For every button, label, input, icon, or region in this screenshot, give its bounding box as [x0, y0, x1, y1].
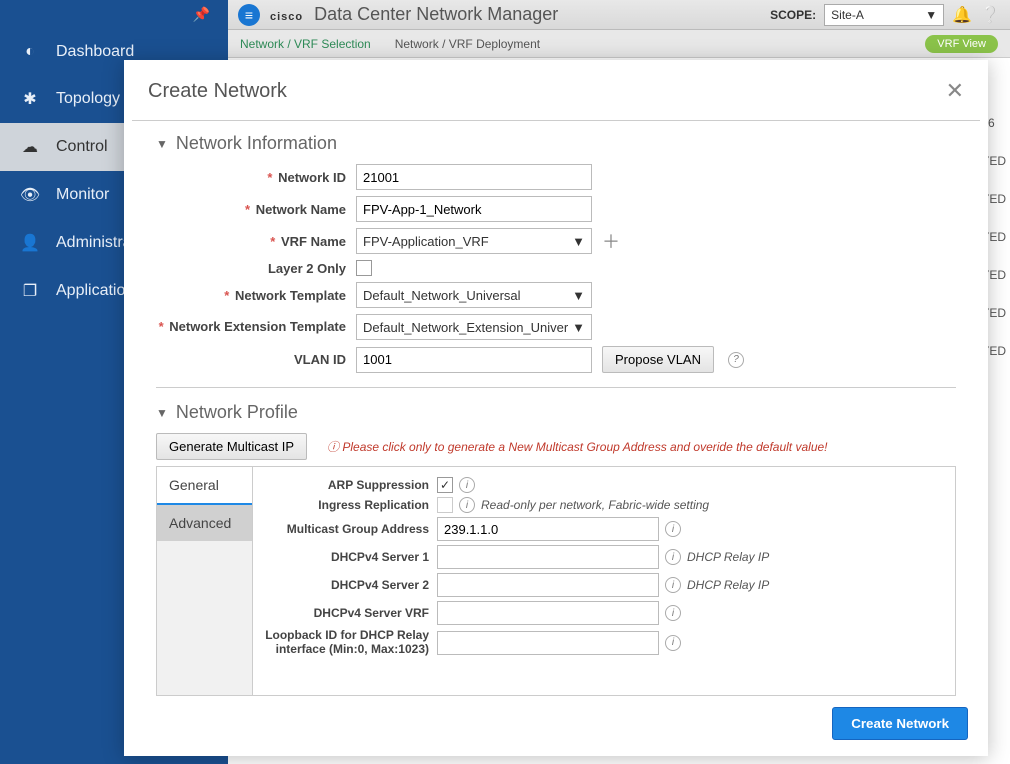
create-network-modal: Create Network ✕ ▼ Network Information *… — [124, 60, 988, 756]
label-mcast: Multicast Group Address — [263, 522, 437, 536]
chevron-down-icon: ▼ — [925, 8, 937, 22]
section-network-info[interactable]: ▼ Network Information — [156, 133, 956, 154]
app-title: Data Center Network Manager — [314, 4, 558, 24]
chevron-down-icon: ▼ — [572, 320, 585, 335]
brand: cisco Data Center Network Manager — [270, 4, 558, 25]
menu-icon[interactable]: ≡ — [238, 4, 260, 26]
caret-down-icon: ▼ — [156, 137, 168, 151]
label-dhcp1: DHCPv4 Server 1 — [263, 550, 437, 564]
modal-title: Create Network — [148, 80, 287, 103]
scope-value: Site-A — [831, 8, 864, 22]
network-id-input[interactable] — [356, 164, 592, 190]
topology-icon: ✱ — [18, 89, 42, 109]
network-template-select[interactable]: Default_Network_Universal▼ — [356, 282, 592, 308]
info-icon[interactable]: i — [665, 605, 681, 621]
vlan-id-input[interactable] — [356, 347, 592, 373]
label-ingress: Ingress Replication — [263, 498, 437, 512]
label-net-template: * Network Template — [156, 288, 356, 303]
label-network-id: * Network ID — [156, 170, 356, 185]
profile-fields: ARP Suppression i Ingress Replication i … — [253, 467, 955, 695]
label-ext-template: * Network Extension Template — [156, 319, 356, 335]
add-vrf-icon[interactable]: ＋ — [602, 228, 620, 254]
layer2-checkbox[interactable] — [356, 260, 372, 276]
bell-icon[interactable]: 🔔 — [952, 5, 972, 25]
info-icon[interactable]: ? — [728, 352, 744, 368]
generate-multicast-button[interactable]: Generate Multicast IP — [156, 433, 307, 460]
chevron-down-icon: ▼ — [572, 234, 585, 249]
info-icon[interactable]: i — [665, 549, 681, 565]
sidebar-item-label: Dashboard — [56, 43, 134, 61]
tab-general[interactable]: General — [157, 467, 252, 505]
propose-vlan-button[interactable]: Propose VLAN — [602, 346, 714, 373]
dhcp-vrf-input[interactable] — [437, 601, 659, 625]
help-icon[interactable]: ❔ — [980, 5, 1000, 25]
dhcp1-hint: DHCP Relay IP — [687, 550, 769, 564]
sidebar-item-label: Monitor — [56, 186, 109, 204]
scope-select[interactable]: Site-A ▼ — [824, 4, 944, 26]
sidebar-item-label: Control — [56, 138, 108, 156]
pin-icon[interactable]: 📌 — [0, 0, 228, 29]
dhcp-server1-input[interactable] — [437, 545, 659, 569]
label-loopback: Loopback ID for DHCP Relay interface (Mi… — [263, 629, 437, 657]
label-arp: ARP Suppression — [263, 478, 437, 492]
breadcrumb-selection[interactable]: Network / VRF Selection — [240, 37, 371, 51]
label-network-name: * Network Name — [156, 202, 356, 217]
label-dhcp2: DHCPv4 Server 2 — [263, 578, 437, 592]
label-vlan-id: VLAN ID — [156, 352, 356, 367]
info-icon[interactable]: i — [459, 497, 475, 513]
dhcp-server2-input[interactable] — [437, 573, 659, 597]
apps-icon: ❐ — [18, 281, 42, 301]
multicast-address-input[interactable] — [437, 517, 659, 541]
scope-label: SCOPE: — [770, 8, 816, 22]
label-dhcp-vrf: DHCPv4 Server VRF — [263, 606, 437, 620]
ingress-hint: Read-only per network, Fabric-wide setti… — [481, 498, 709, 512]
gauge-icon: ◐ — [18, 43, 42, 61]
multicast-warning: Please click only to generate a New Mult… — [327, 438, 828, 455]
caret-down-icon: ▼ — [156, 406, 168, 420]
create-network-button[interactable]: Create Network — [832, 707, 968, 740]
close-icon[interactable]: ✕ — [946, 78, 964, 104]
cisco-logo: cisco — [270, 11, 303, 23]
extension-template-select[interactable]: Default_Network_Extension_Univer▼ — [356, 314, 592, 340]
dhcp2-hint: DHCP Relay IP — [687, 578, 769, 592]
tab-advanced[interactable]: Advanced — [157, 505, 252, 541]
info-icon[interactable]: i — [665, 577, 681, 593]
loopback-id-input[interactable] — [437, 631, 659, 655]
label-layer2: Layer 2 Only — [156, 261, 356, 276]
sidebar-item-label: Topology — [56, 90, 120, 108]
breadcrumb-deployment[interactable]: Network / VRF Deployment — [395, 37, 540, 51]
breadcrumb: Network / VRF Selection Network / VRF De… — [228, 30, 1010, 58]
profile-tabs: General Advanced — [157, 467, 253, 695]
info-icon[interactable]: i — [459, 477, 475, 493]
cloud-icon: ☁ — [18, 137, 42, 157]
section-network-profile[interactable]: ▼ Network Profile — [156, 402, 956, 423]
network-name-input[interactable] — [356, 196, 592, 222]
info-icon[interactable]: i — [665, 521, 681, 537]
info-icon[interactable]: i — [665, 635, 681, 651]
ingress-replication-checkbox — [437, 497, 453, 513]
vrf-name-select[interactable]: FPV-Application_VRF▼ — [356, 228, 592, 254]
vrf-view-badge[interactable]: VRF View — [925, 35, 998, 53]
arp-suppression-checkbox[interactable] — [437, 477, 453, 493]
topbar: ≡ cisco Data Center Network Manager SCOP… — [228, 0, 1010, 30]
label-vrf-name: * VRF Name — [156, 234, 356, 249]
user-gear-icon: 👤 — [18, 233, 42, 253]
chevron-down-icon: ▼ — [572, 288, 585, 303]
eye-icon: 👁 — [18, 185, 42, 205]
